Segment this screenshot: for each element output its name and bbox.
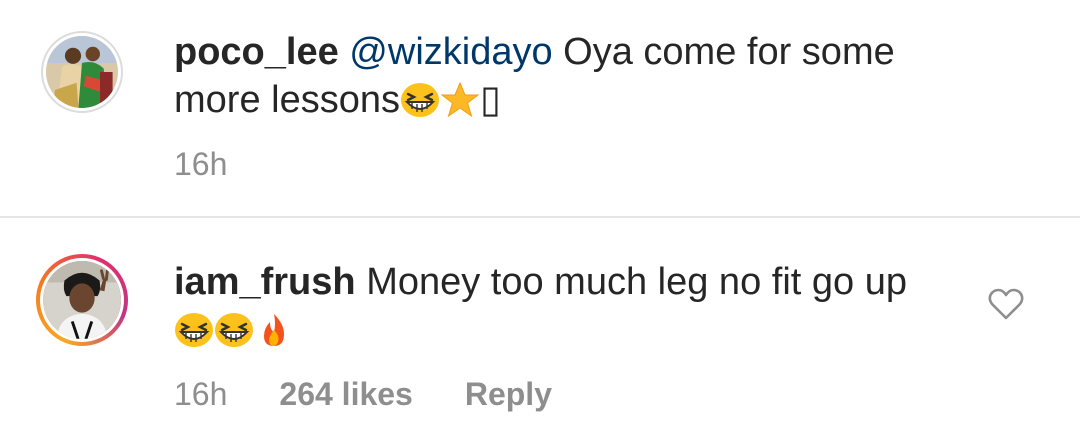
- comment-time: 16h: [174, 146, 228, 182]
- comment-username[interactable]: poco_lee: [174, 31, 339, 73]
- comment-username[interactable]: iam_frush: [174, 261, 356, 303]
- grinning-squinting-face-icon: [214, 312, 254, 348]
- unsupported-glyph: ▯: [479, 79, 501, 121]
- avatar-photo: [46, 36, 118, 108]
- comment-item: poco_lee @wizkidayo Oya come for some mo…: [0, 0, 1080, 216]
- comment-time: 16h: [174, 376, 228, 412]
- avatar-story-ring[interactable]: [36, 254, 128, 346]
- grinning-squinting-face-icon: [174, 312, 214, 348]
- heart-outline-icon[interactable]: [988, 288, 1024, 320]
- avatar[interactable]: [41, 31, 123, 113]
- grinning-squinting-face-icon: [400, 82, 440, 118]
- avatar: [40, 258, 124, 342]
- comment-item: iam_frush Money too much leg no fit go u…: [0, 218, 1080, 439]
- reply-button[interactable]: Reply: [465, 376, 552, 413]
- likes-count[interactable]: 264 likes: [279, 376, 412, 413]
- star-icon: [440, 82, 480, 118]
- comment-mention[interactable]: @wizkidayo: [349, 31, 552, 73]
- comment-meta: 16h 264 likes Reply: [174, 376, 552, 413]
- comment-text: poco_lee @wizkidayo Oya come for some mo…: [174, 28, 974, 124]
- comment-body: Money too much leg no fit go up: [366, 261, 907, 303]
- comment-text: iam_frush Money too much leg no fit go u…: [174, 258, 934, 354]
- fire-icon: [254, 312, 294, 348]
- comment-meta: 16h: [174, 146, 227, 183]
